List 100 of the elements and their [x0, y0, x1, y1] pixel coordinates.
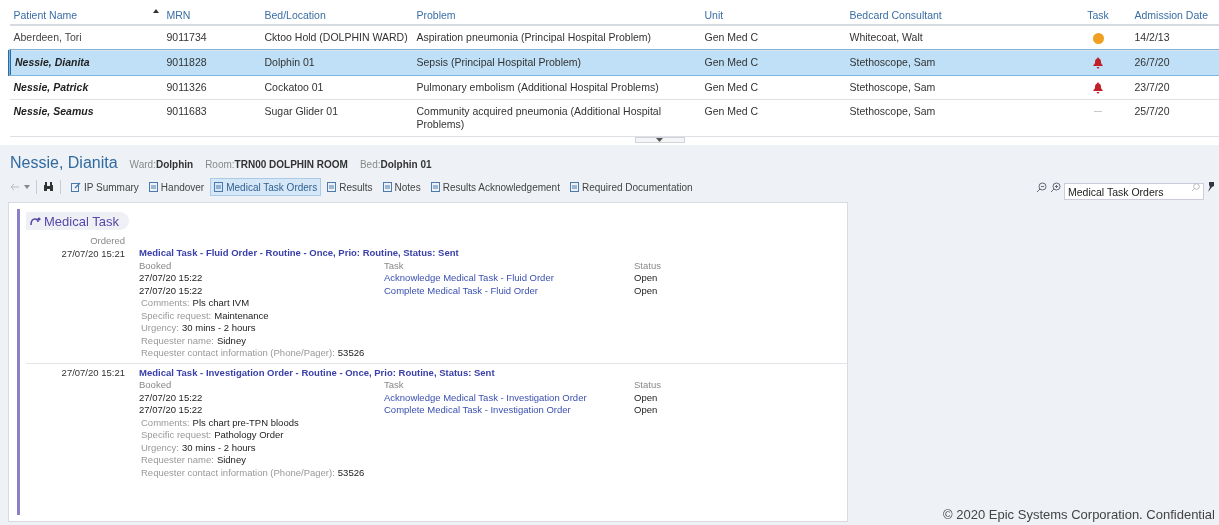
field-label: Bed: [359, 159, 381, 171]
edit-document-icon [71, 182, 81, 193]
booked-time: 27/07/20 15:22 [139, 391, 203, 405]
pin-icon[interactable] [1207, 182, 1215, 193]
detail-value: Pls chart pre-TPN bloods [192, 416, 299, 430]
copyright-text: © 2020 Epic Systems Corporation. Confidential [943, 505, 1215, 524]
detail-label: Specific request: [141, 309, 212, 323]
document-icon [148, 182, 158, 193]
column-header[interactable]: MRN [166, 8, 191, 24]
task-link[interactable]: Acknowledge Medical Task - Fluid Order [384, 272, 554, 285]
problem-text: Pulmonary embolism (Additional Hospital Problems) [416, 80, 659, 93]
detail-label: Urgency: [141, 441, 179, 455]
patient-row[interactable]: Nessie, Seamus 9011683 Sugar Glider 01 Community acquired pneumonia (Additional Hospital Problems) Gen Med C Stethoscope, Sam 25/7/20 [9, 99, 1219, 137]
patient-name: Nessie, Seamus [13, 105, 94, 118]
report-tab[interactable]: Medical Task Orders [210, 178, 322, 197]
report-tab[interactable]: IP Summary [67, 178, 143, 197]
binoculars-icon[interactable] [43, 182, 54, 193]
detail-value: 53526 [337, 466, 365, 480]
report-tab[interactable]: Required Documentation [565, 178, 697, 197]
detail-value: 30 mins - 2 hours [182, 441, 256, 455]
detail-value: Maintenance [214, 309, 269, 323]
report-tab[interactable]: Handover [144, 178, 209, 197]
report-tab[interactable]: Results [323, 178, 377, 197]
mrn-text: 9011326 [166, 80, 207, 93]
detail-label: Requester name: [141, 334, 214, 348]
mrn-text: 9011683 [166, 105, 207, 118]
column-label: Ordered [90, 235, 125, 248]
problem-text: Aspiration pneumonia (Principal Hospital Problem) [416, 31, 652, 43]
field-value: Dolphin [155, 159, 194, 171]
unit-text: Gen Med C [704, 105, 759, 118]
admission-date-text: 26/7/20 [1134, 55, 1170, 68]
column-label: Booked [139, 379, 172, 392]
detail-value: 30 mins - 2 hours [182, 322, 256, 335]
admission-date-text: 25/7/20 [1134, 105, 1170, 118]
detail-label: Requester contact information (Phone/Pager): [141, 466, 335, 480]
order-title[interactable]: Medical Task - Investigation Order - Routine - Once, Prio: Routine, Status: Sent [139, 366, 495, 380]
status-text: Open [634, 404, 658, 417]
task-link[interactable]: Complete Medical Task - Investigation Order [384, 404, 571, 417]
patient-name: Nessie, Patrick [13, 80, 89, 93]
task-link[interactable]: Acknowledge Medical Task - Investigation Order [384, 391, 587, 405]
patient-name: Nessie, Dianita [15, 55, 90, 68]
column-label: Task [384, 379, 404, 392]
patient-name: Aberdeen, Tori [13, 31, 82, 43]
patient-row[interactable]: Nessie, Patrick 9011326 Cockatoo 01 Pulmonary embolism (Additional Hospital Problems) Gen Med C Stethoscope, Sam 23/7/20 [9, 75, 1219, 100]
task-link[interactable]: Complete Medical Task - Fluid Order [384, 284, 538, 298]
detail-label: Requester contact information (Phone/Pager): [141, 347, 335, 360]
consultant-text: Stethoscope, Sam [849, 55, 936, 68]
order-title[interactable]: Medical Task - Fluid Order - Routine - Once, Prio: Routine, Status: Sent [139, 247, 459, 260]
detail-label: Comments: [141, 297, 190, 310]
admission-date-text: 14/2/13 [1134, 31, 1170, 43]
patient-name-heading: Nessie, Dianita [10, 153, 118, 174]
search-field[interactable]: Medical Task Orders [1064, 183, 1204, 201]
mrn-text: 9011734 [166, 31, 207, 43]
detail-label: Requester name: [141, 454, 214, 467]
detail-value: Pathology Order [214, 429, 284, 442]
mrn-text: 9011828 [166, 55, 207, 68]
column-header[interactable]: Patient Name [13, 8, 159, 24]
ordered-time: 27/07/20 15:21 [61, 366, 125, 380]
field-value: Dolphin 01 [380, 159, 432, 171]
column-header[interactable]: Bedcard Consultant [849, 8, 942, 24]
unit-text: Gen Med C [704, 55, 759, 68]
document-icon [214, 182, 224, 193]
column-label: Task [384, 259, 404, 273]
booked-time: 27/07/20 15:22 [139, 284, 203, 298]
column-label: Status [634, 259, 661, 273]
field-label: Ward: [129, 159, 156, 171]
column-header[interactable]: Unit [704, 8, 724, 24]
admission-date-text: 23/7/20 [1134, 80, 1170, 93]
document-icon [327, 182, 337, 193]
column-header[interactable]: Admission Date [1134, 8, 1209, 24]
collapse-handle[interactable] [634, 137, 685, 144]
column-label: Status [634, 379, 661, 392]
section-title: Medical Task [44, 212, 119, 231]
sort-arrow-icon [152, 9, 159, 14]
document-icon [430, 182, 440, 193]
unit-text: Gen Med C [704, 80, 759, 93]
search-icon [1191, 182, 1200, 192]
caret-icon[interactable] [24, 185, 30, 190]
report-tab[interactable]: Results Acknowledgement [426, 178, 564, 197]
report-tab[interactable]: Notes [378, 178, 425, 197]
zoom-in-icon[interactable] [1050, 181, 1061, 193]
field-label: Room: [205, 159, 235, 171]
detail-value: 53526 [337, 347, 365, 360]
problem-text: Community acquired pneumonia (Additional Hospital Problems) [416, 105, 662, 131]
problem-text: Sepsis (Principal Hospital Problem) [416, 55, 582, 68]
column-header[interactable]: Task [1087, 8, 1109, 24]
bed-location-text: Sugar Glider 01 [264, 105, 339, 118]
bed-location-text: Cockatoo 01 [264, 80, 324, 93]
booked-time: 27/07/20 15:22 [139, 272, 203, 285]
column-label: Booked [139, 259, 172, 273]
column-header[interactable]: Problem [416, 8, 456, 24]
patient-row[interactable]: Nessie, Dianita 9011828 Dolphin 01 Sepsis (Principal Hospital Problem) Gen Med C Stethoscope, Sam 26/7/20 [9, 50, 1219, 75]
bed-location-text: Cktoo Hold (DOLPHIN WARD) [264, 31, 408, 43]
status-text: Open [634, 284, 658, 298]
consultant-text: Whitecoat, Walt [849, 31, 923, 43]
consultant-text: Stethoscope, Sam [849, 80, 936, 93]
zoom-out-icon[interactable] [1036, 181, 1047, 193]
column-header[interactable]: Bed/Location [264, 8, 326, 24]
consultant-text: Stethoscope, Sam [849, 105, 936, 118]
detail-value: Pls chart IVM [192, 297, 250, 310]
